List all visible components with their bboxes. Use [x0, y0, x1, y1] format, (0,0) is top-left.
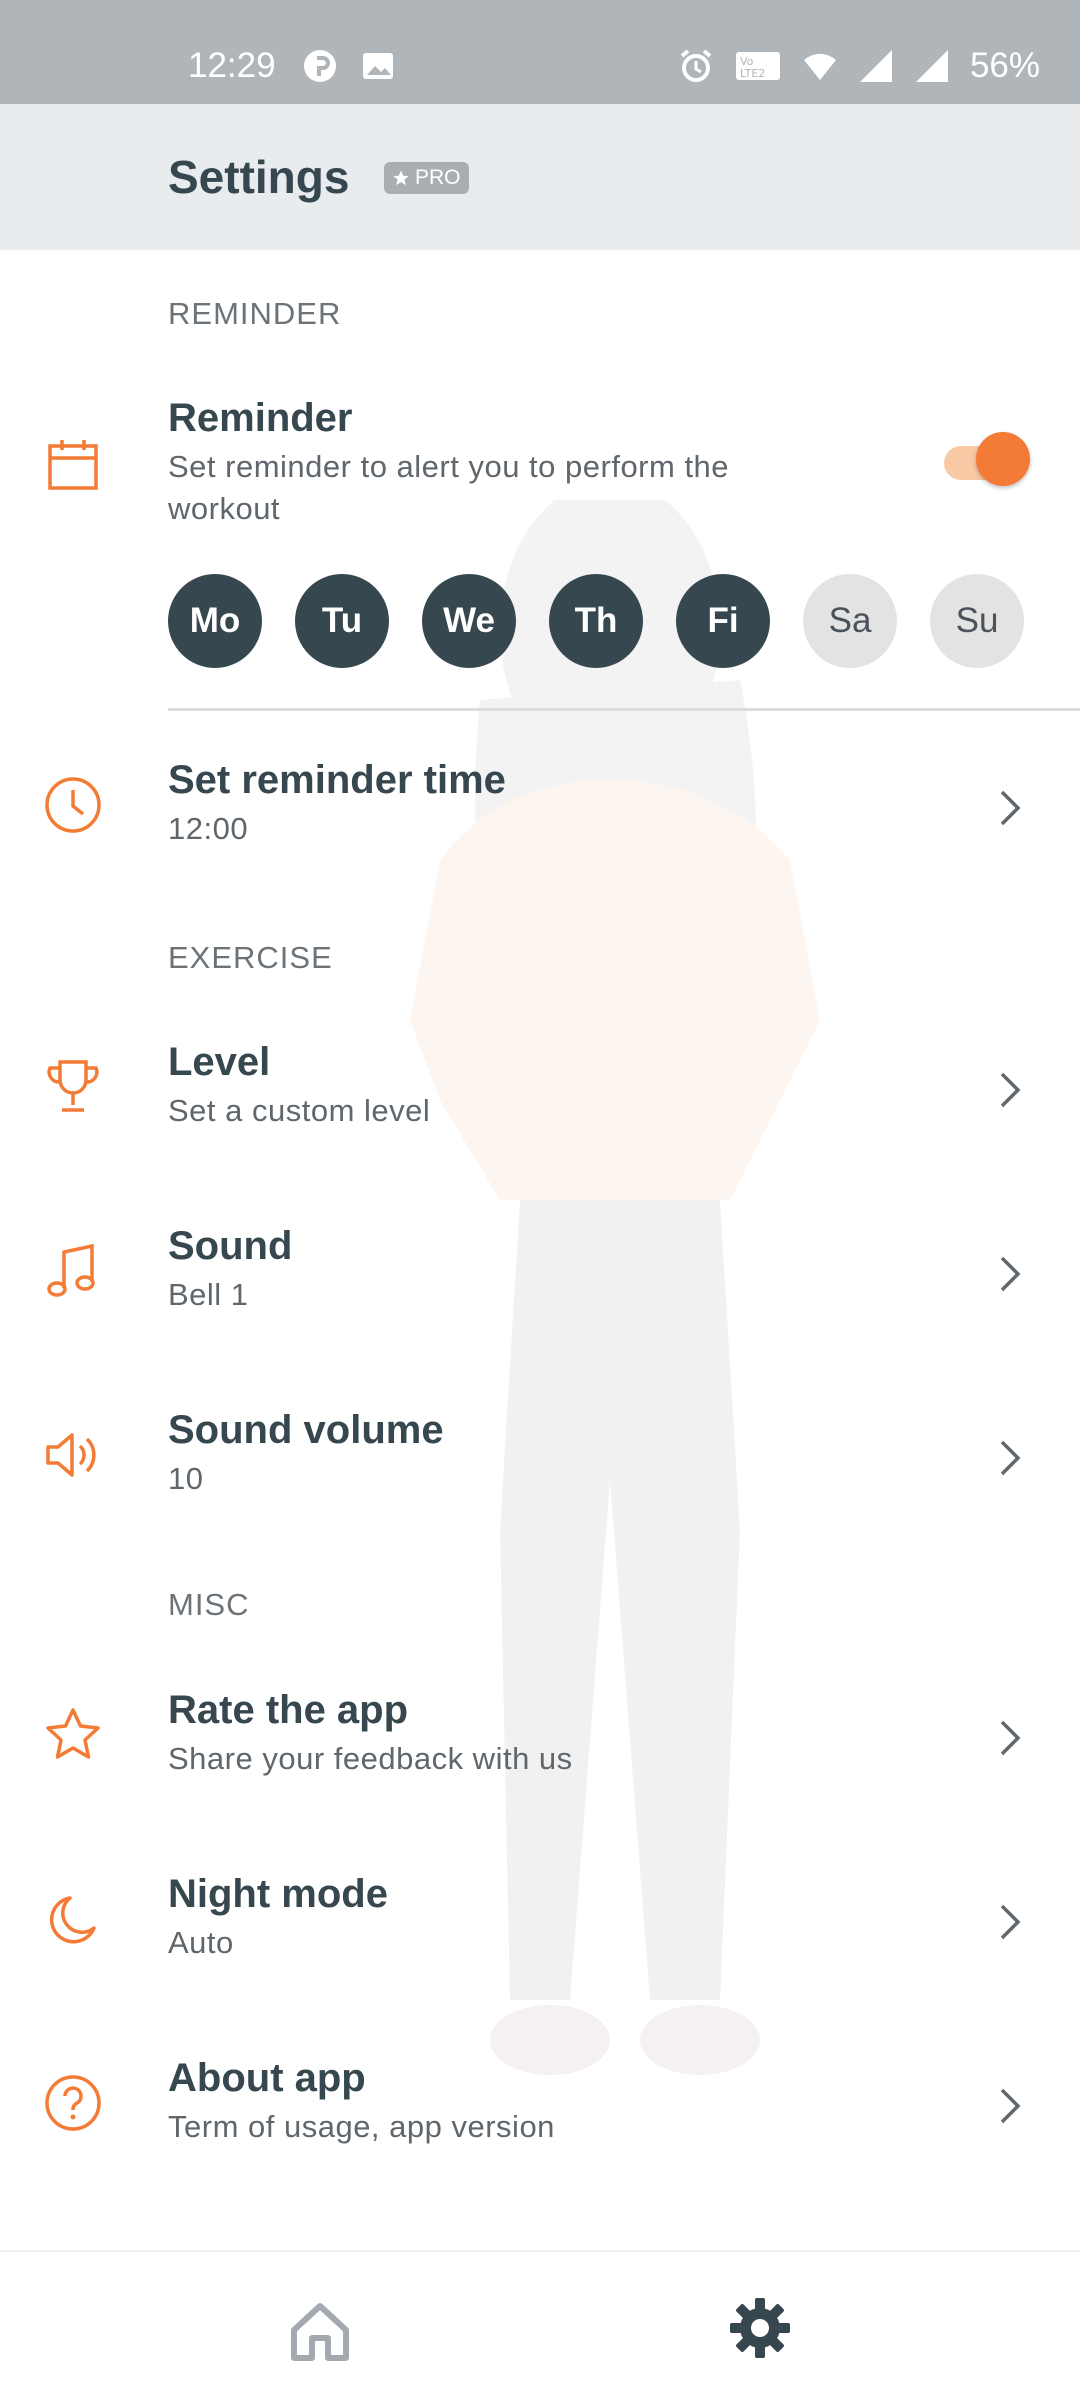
day-wednesday[interactable]: We	[422, 574, 516, 668]
about-app-subtitle: Term of usage, app version	[168, 2109, 555, 2144]
night-mode-title: Night mode	[168, 1872, 388, 1916]
reminder-time-title: Set reminder time	[168, 758, 506, 802]
day-friday[interactable]: Fi	[676, 574, 770, 668]
gear-icon[interactable]	[724, 2292, 796, 2364]
reminder-time-row[interactable]: Set reminder time 12:00	[0, 752, 1080, 860]
chevron-right-icon	[1000, 1904, 1021, 1940]
toggle-knob	[976, 432, 1030, 486]
rate-app-title: Rate the app	[168, 1688, 409, 1732]
home-icon[interactable]	[284, 2296, 356, 2368]
day-monday[interactable]: Mo	[168, 574, 262, 668]
star-icon	[46, 1708, 100, 1759]
chevron-right-icon	[1000, 1720, 1021, 1756]
level-subtitle: Set a custom level	[168, 1093, 431, 1128]
volte-icon: Vo LTE2	[735, 52, 780, 80]
battery-level: 56%	[969, 46, 1040, 85]
sound-volume-value: 10	[168, 1461, 204, 1496]
divider	[168, 708, 1080, 711]
day-tuesday[interactable]: Tu	[295, 574, 389, 668]
reminder-title: Reminder	[168, 396, 353, 440]
app-header: Settings PRO	[0, 104, 1080, 250]
alarm-icon	[680, 49, 712, 82]
bottom-navigation	[0, 2250, 1080, 2402]
sound-title: Sound	[168, 1224, 293, 1268]
sound-row[interactable]: Sound Bell 1	[0, 1218, 1080, 1326]
reminder-subtitle: Set reminder to alert you to perform the	[168, 449, 730, 484]
sound-volume-title: Sound volume	[168, 1408, 444, 1452]
clock-icon	[45, 777, 101, 833]
rate-app-subtitle: Share your feedback with us	[168, 1741, 573, 1776]
night-mode-value: Auto	[168, 1925, 234, 1960]
status-bar: 12:29 Vo LTE2 56%	[0, 0, 1080, 104]
help-circle-icon	[45, 2075, 101, 2131]
section-header-exercise: EXERCISE	[168, 940, 333, 975]
wifi-icon	[803, 53, 836, 80]
signal-icon	[859, 50, 892, 82]
page-title: Settings	[168, 151, 350, 203]
level-title: Level	[168, 1040, 271, 1084]
chevron-right-icon	[1000, 790, 1021, 826]
reminder-subtitle-line2: workout	[168, 491, 281, 526]
level-row[interactable]: Level Set a custom level	[0, 1034, 1080, 1142]
reminder-toggle[interactable]	[944, 432, 1030, 488]
pro-badge: PRO	[384, 162, 469, 194]
signal-icon	[915, 50, 948, 82]
chevron-right-icon	[1000, 1440, 1021, 1476]
music-note-icon	[47, 1243, 95, 1297]
about-app-row[interactable]: About app Term of usage, app version	[0, 2050, 1080, 2158]
weekday-selector: Mo Tu We Th Fi Sa Su	[168, 574, 1024, 668]
calendar-icon	[48, 440, 98, 490]
day-thursday[interactable]: Th	[549, 574, 643, 668]
trophy-icon	[47, 1060, 99, 1112]
svg-text:LTE2: LTE2	[740, 67, 765, 80]
night-mode-row[interactable]: Night mode Auto	[0, 1866, 1080, 1974]
about-app-title: About app	[168, 2056, 366, 2100]
chevron-right-icon	[1000, 2088, 1021, 2124]
reminder-row[interactable]: Reminder Set reminder to alert you to pe…	[0, 390, 1080, 540]
rate-app-row[interactable]: Rate the app Share your feedback with us	[0, 1682, 1080, 1790]
status-time: 12:29	[188, 46, 276, 85]
pinterest-icon	[304, 50, 336, 82]
reminder-time-value: 12:00	[168, 811, 249, 846]
day-saturday[interactable]: Sa	[803, 574, 897, 668]
moon-icon	[49, 1896, 96, 1944]
chevron-right-icon	[1000, 1256, 1021, 1292]
star-icon	[393, 170, 409, 186]
speaker-icon	[46, 1433, 96, 1477]
section-header-reminder: REMINDER	[168, 296, 342, 331]
pro-badge-label: PRO	[415, 166, 461, 189]
sound-value: Bell 1	[168, 1277, 249, 1312]
sound-volume-row[interactable]: Sound volume 10	[0, 1402, 1080, 1510]
chevron-right-icon	[1000, 1072, 1021, 1108]
image-icon	[363, 53, 393, 79]
day-sunday[interactable]: Su	[930, 574, 1024, 668]
section-header-misc: MISC	[168, 1587, 250, 1622]
